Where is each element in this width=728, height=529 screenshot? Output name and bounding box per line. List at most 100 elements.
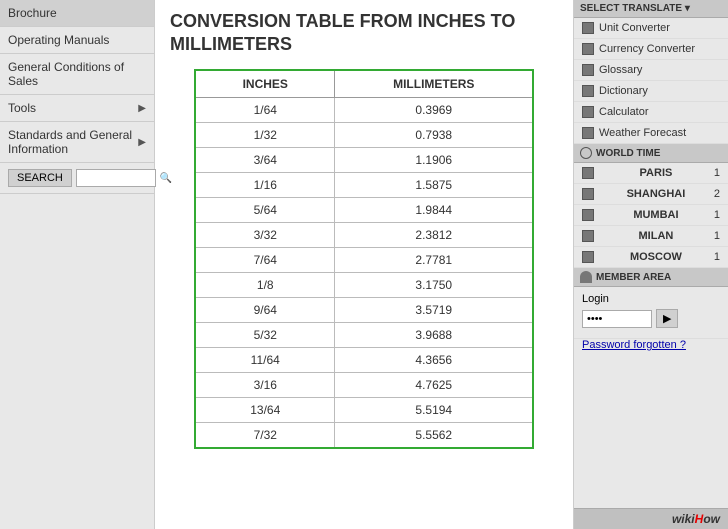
sidebar-item-brochure[interactable]: Brochure <box>0 0 154 27</box>
inches-value: 13/64 <box>195 397 335 422</box>
main-content: CONVERSION TABLE FROM INCHES TO MILLIMET… <box>155 0 573 529</box>
tool-label: Currency Converter <box>599 43 695 55</box>
table-row: 7/325.5562 <box>195 422 533 448</box>
inches-value: 5/64 <box>195 197 335 222</box>
tool-icon <box>582 22 594 34</box>
mm-value: 0.3969 <box>335 97 533 122</box>
mm-value: 3.5719 <box>335 297 533 322</box>
city-name: MILAN <box>639 230 674 242</box>
rs-tool-item[interactable]: Unit Converter <box>574 18 728 39</box>
world-time-item: SHANGHAI 2 <box>574 184 728 205</box>
member-area: Login ▶ <box>574 287 728 339</box>
inches-value: 1/64 <box>195 97 335 122</box>
table-row: 5/641.9844 <box>195 197 533 222</box>
col-mm-header: MILLIMETERS <box>335 70 533 98</box>
inches-value: 1/16 <box>195 172 335 197</box>
city-time: 1 <box>714 209 720 221</box>
table-row: 3/641.1906 <box>195 147 533 172</box>
city-name: MOSCOW <box>630 251 682 263</box>
tool-icon <box>582 43 594 55</box>
password-input[interactable] <box>582 310 652 328</box>
mm-value: 4.3656 <box>335 347 533 372</box>
standards-arrow-icon: ▶ <box>138 137 146 148</box>
inches-value: 7/64 <box>195 247 335 272</box>
city-time: 1 <box>714 167 720 179</box>
mm-value: 4.7625 <box>335 372 533 397</box>
login-button[interactable]: ▶ <box>656 309 678 328</box>
login-label: Login <box>582 293 609 305</box>
mm-value: 1.1906 <box>335 147 533 172</box>
city-name: SHANGHAI <box>627 188 686 200</box>
col-inches-header: INCHES <box>195 70 335 98</box>
table-row: 5/323.9688 <box>195 322 533 347</box>
sidebar-item-operating-manuals[interactable]: Operating Manuals <box>0 27 154 54</box>
table-row: 1/83.1750 <box>195 272 533 297</box>
city-time: 1 <box>714 230 720 242</box>
inches-value: 11/64 <box>195 347 335 372</box>
world-time-item: MOSCOW 1 <box>574 247 728 268</box>
city-icon <box>582 188 594 200</box>
city-time: 1 <box>714 251 720 263</box>
login-row: Login <box>582 293 720 305</box>
mm-value: 2.7781 <box>335 247 533 272</box>
mm-value: 3.1750 <box>335 272 533 297</box>
search-input[interactable] <box>76 169 156 187</box>
inches-value: 7/32 <box>195 422 335 448</box>
table-row: 3/322.3812 <box>195 222 533 247</box>
table-row: 1/640.3969 <box>195 97 533 122</box>
tool-label: Weather Forecast <box>599 127 686 139</box>
city-time: 2 <box>714 188 720 200</box>
rs-tool-item[interactable]: Calculator <box>574 102 728 123</box>
inches-value: 9/64 <box>195 297 335 322</box>
table-row: 1/161.5875 <box>195 172 533 197</box>
tool-icon <box>582 64 594 76</box>
tool-icon <box>582 127 594 139</box>
forgot-password-link[interactable]: Password forgotten ? <box>574 339 728 355</box>
inches-value: 3/16 <box>195 372 335 397</box>
city-icon <box>582 209 594 221</box>
world-time-item: PARIS 1 <box>574 163 728 184</box>
search-button[interactable]: SEARCH <box>8 169 72 187</box>
city-icon <box>582 167 594 179</box>
inches-value: 5/32 <box>195 322 335 347</box>
table-row: 9/643.5719 <box>195 297 533 322</box>
tool-label: Dictionary <box>599 85 648 97</box>
password-row: ▶ <box>582 309 720 328</box>
tool-label: Calculator <box>599 106 649 118</box>
page-title: CONVERSION TABLE FROM INCHES TO MILLIMET… <box>170 10 558 57</box>
tool-icon <box>582 106 594 118</box>
city-name: MUMBAI <box>633 209 678 221</box>
table-row: 13/645.5194 <box>195 397 533 422</box>
tool-label: Glossary <box>599 64 642 76</box>
inches-value: 1/32 <box>195 122 335 147</box>
sidebar-item-general-conditions[interactable]: General Conditions of Sales <box>0 54 154 95</box>
table-row: 1/320.7938 <box>195 122 533 147</box>
translate-section-header[interactable]: SELECT TRANSLATE ▾ <box>574 0 728 18</box>
rs-tool-item[interactable]: Dictionary <box>574 81 728 102</box>
table-row: 11/644.3656 <box>195 347 533 372</box>
table-row: 3/164.7625 <box>195 372 533 397</box>
mm-value: 5.5562 <box>335 422 533 448</box>
mm-value: 1.5875 <box>335 172 533 197</box>
tool-icon <box>582 85 594 97</box>
rs-tool-item[interactable]: Currency Converter <box>574 39 728 60</box>
rs-tool-item[interactable]: Glossary <box>574 60 728 81</box>
world-time-header: WORLD TIME <box>574 144 728 163</box>
sidebar-item-tools[interactable]: Tools ▶ <box>0 95 154 122</box>
city-icon <box>582 251 594 263</box>
city-icon <box>582 230 594 242</box>
tool-label: Unit Converter <box>599 22 670 34</box>
tools-arrow-icon: ▶ <box>138 103 146 114</box>
mm-value: 1.9844 <box>335 197 533 222</box>
mm-value: 0.7938 <box>335 122 533 147</box>
inches-value: 3/64 <box>195 147 335 172</box>
rs-tool-item[interactable]: Weather Forecast <box>574 123 728 144</box>
inches-value: 3/32 <box>195 222 335 247</box>
wikihow-badge: wikiHow <box>574 508 728 529</box>
search-bar: SEARCH 🔍 <box>0 163 154 194</box>
table-row: 7/642.7781 <box>195 247 533 272</box>
mm-value: 2.3812 <box>335 222 533 247</box>
mm-value: 3.9688 <box>335 322 533 347</box>
world-time-item: MUMBAI 1 <box>574 205 728 226</box>
sidebar-item-standards[interactable]: Standards and General Information ▶ <box>0 122 154 163</box>
